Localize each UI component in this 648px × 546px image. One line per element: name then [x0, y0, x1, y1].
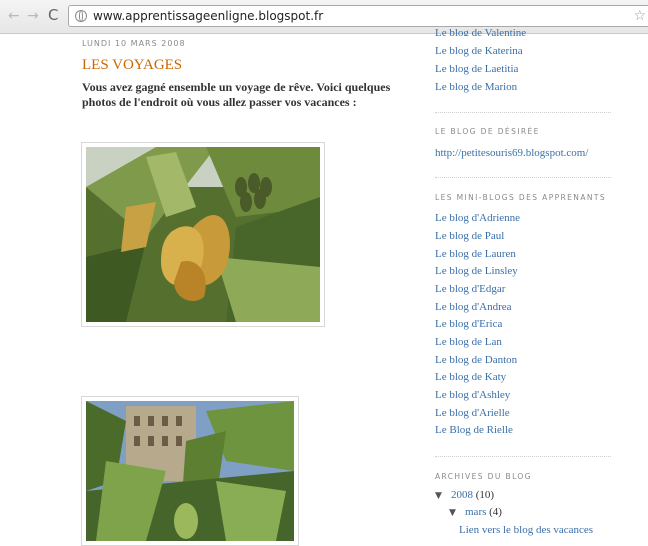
archive-post-link[interactable]: Lien vers le blog des vacances [459, 524, 593, 536]
mini-blog-link[interactable]: Le blog d'Arielle [435, 407, 510, 419]
address-bar[interactable]: www.apprentissageenligne.blogspot.fr ☆ [68, 5, 648, 27]
mini-blog-link[interactable]: Le blog d'Ashley [435, 389, 510, 401]
mini-blog-link[interactable]: Le blog d'Edgar [435, 283, 505, 295]
archive-year[interactable]: 2008 (10) [451, 489, 494, 501]
mini-blog-link[interactable]: Le blog de Danton [435, 354, 517, 366]
photo-banana-flower[interactable] [81, 142, 325, 327]
back-arrow-icon[interactable]: ← [8, 8, 20, 24]
year-expand-triangle-icon[interactable]: ▼ [435, 491, 442, 501]
archive-year-count: (10) [475, 489, 495, 501]
sidebar-divider [435, 456, 611, 457]
url-text[interactable]: www.apprentissageenligne.blogspot.fr [93, 9, 323, 23]
sidebar-link-marion[interactable]: Le blog de Marion [435, 81, 517, 93]
reload-icon[interactable]: C [48, 7, 58, 23]
desiree-heading: LE BLOG DE DÉSIRÉE [435, 127, 540, 136]
sidebar-link-cut[interactable]: Le blog de Valentine [435, 27, 526, 36]
archive-year-label[interactable]: 2008 [451, 489, 473, 501]
sidebar-divider [435, 177, 611, 178]
mini-blog-link[interactable]: Le blog d'Erica [435, 318, 502, 330]
mini-blog-link[interactable]: Le blog de Lauren [435, 248, 516, 260]
mini-blog-link[interactable]: Le blog de Lan [435, 336, 502, 348]
sidebar-link-katerina[interactable]: Le blog de Katerina [435, 45, 523, 57]
photo-banana-trees[interactable] [81, 396, 299, 546]
mini-blogs-heading: LES MINI-BLOGS DES APPRENANTS [435, 193, 607, 202]
archive-month-label[interactable]: mars [465, 506, 486, 518]
bookmark-star-icon[interactable]: ☆ [633, 8, 646, 24]
archive-month[interactable]: mars (4) [465, 506, 502, 518]
mini-blog-link[interactable]: Le blog de Katy [435, 371, 506, 383]
mini-blog-link[interactable]: Le Blog de Rielle [435, 424, 513, 436]
banana-flower-image [86, 147, 320, 322]
sidebar-link-laetitia[interactable]: Le blog de Laetitia [435, 63, 518, 75]
forward-arrow-icon[interactable]: → [27, 8, 39, 24]
post-date: LUNDI 10 MARS 2008 [82, 39, 186, 48]
mini-blog-link[interactable]: Le blog d'Andrea [435, 301, 512, 313]
browser-toolbar: ← → C www.apprentissageenligne.blogspot.… [0, 0, 648, 34]
banana-trees-image [86, 401, 294, 541]
month-expand-triangle-icon[interactable]: ▼ [449, 508, 456, 518]
post-body: Vous avez gagné ensemble un voyage de rê… [82, 80, 391, 109]
post-title[interactable]: LES VOYAGES [82, 57, 182, 74]
globe-icon [75, 10, 87, 22]
mini-blog-link[interactable]: Le blog de Linsley [435, 265, 518, 277]
archive-month-count: (4) [489, 506, 502, 518]
desiree-blog-link[interactable]: http://petitesouris69.blogspot.com/ [435, 147, 588, 159]
sidebar-divider [435, 112, 611, 113]
mini-blog-link[interactable]: Le blog d'Adrienne [435, 212, 520, 224]
archive-heading: ARCHIVES DU BLOG [435, 472, 532, 481]
mini-blog-link[interactable]: Le blog de Paul [435, 230, 504, 242]
